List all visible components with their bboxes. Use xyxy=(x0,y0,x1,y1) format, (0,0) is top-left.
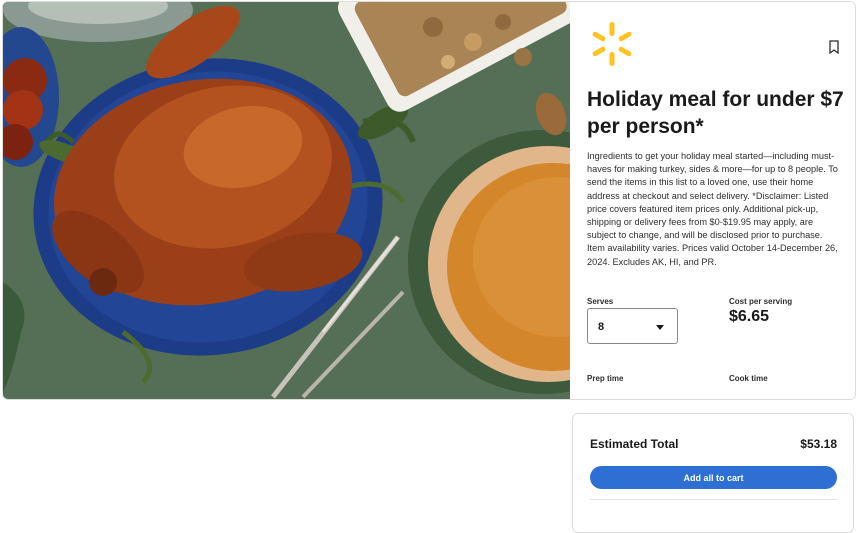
estimated-total-card: Estimated Total $53.18 Add all to cart xyxy=(572,413,854,533)
walmart-spark-icon xyxy=(588,20,636,68)
recipe-title: Holiday meal for under $7 per person* xyxy=(587,88,844,138)
holiday-turkey-dinner-image xyxy=(3,2,570,399)
recipe-card: Holiday meal for under $7 per person* In… xyxy=(2,1,856,400)
bookmark-icon[interactable] xyxy=(827,39,841,55)
serves-select[interactable]: 8 xyxy=(587,308,678,344)
add-all-to-cart-button[interactable]: Add all to cart xyxy=(590,466,837,489)
cost-per-serving-label: Cost per serving xyxy=(729,297,793,306)
estimated-total-label: Estimated Total xyxy=(590,437,679,451)
estimated-total-value: $53.18 xyxy=(800,437,837,451)
serves-value: 8 xyxy=(598,321,605,333)
serves-label: Serves xyxy=(587,297,614,306)
prep-time-label: Prep time xyxy=(587,374,624,383)
cook-time-label: Cook time xyxy=(729,374,768,383)
divider xyxy=(590,499,837,500)
recipe-description: Ingredients to get your holiday meal sta… xyxy=(587,151,838,267)
caret-down-icon xyxy=(656,325,664,330)
recipe-info-panel: Holiday meal for under $7 per person* In… xyxy=(570,2,855,399)
cost-per-serving-value: $6.65 xyxy=(729,308,770,325)
